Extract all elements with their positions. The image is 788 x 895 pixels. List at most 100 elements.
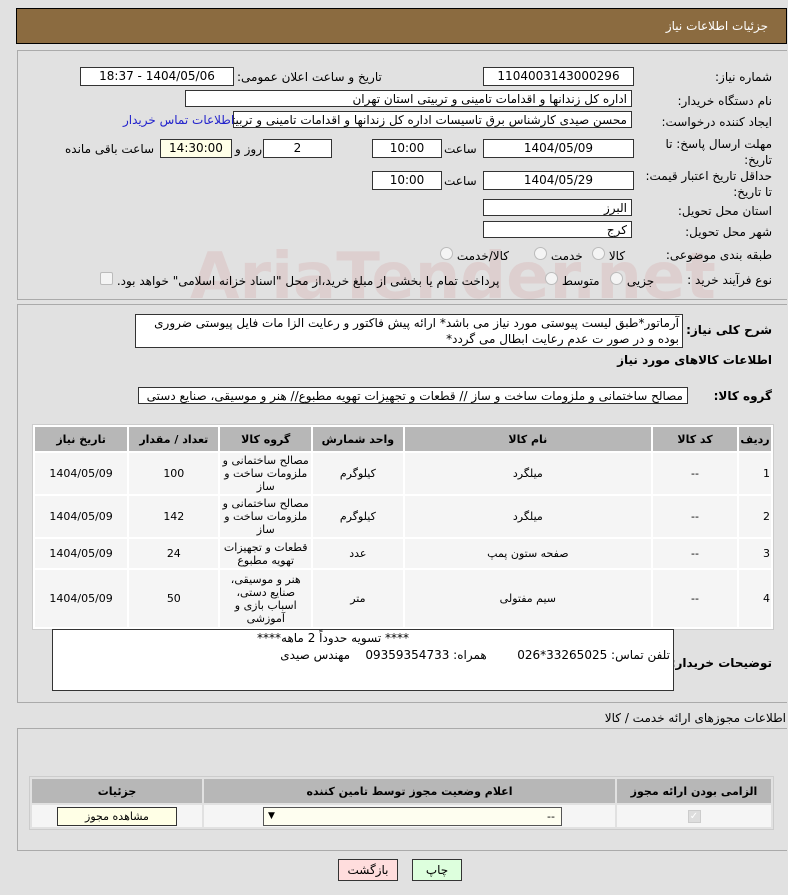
col-header: نام کالا — [404, 427, 652, 451]
table-row: 4 -- سیم مفتولی متر هنر و موسیقی، صنایع دستی… — [35, 570, 771, 627]
table-cell: 1404/05/09 — [35, 496, 128, 537]
table-cell: مصالح ساختمانی و ملزومات ساخت و ساز — [220, 453, 312, 494]
table-cell: 50 — [129, 570, 219, 627]
col-header: واحد شمارش — [313, 427, 403, 451]
description-textarea[interactable]: آرماتور*طبق لیست پیوستی مورد نیاز می باش… — [135, 314, 683, 348]
table-cell: 1404/05/09 — [35, 570, 128, 627]
option-label: کالا — [608, 249, 626, 263]
table-cell: مصالح ساختمانی و ملزومات ساخت و ساز — [220, 496, 312, 537]
process-label: نوع فرآیند خرید : — [687, 273, 772, 287]
buyer-notes-textarea[interactable]: **** تسویه حدوداً 2 ماهه**** تلفن تماس: … — [52, 629, 674, 691]
table-cell: میلگرد — [404, 496, 652, 537]
city-field: کرج — [483, 221, 632, 238]
licenses-title: اطلاعات مجوزهای ارائه خدمت / کالا — [604, 711, 786, 725]
table-cell: 3 — [739, 539, 771, 568]
validity-time-label: ساعت — [444, 174, 477, 188]
col-header: الزامی بودن ارائه مجوز — [617, 779, 771, 803]
city-label: شهر محل تحویل: — [685, 225, 772, 239]
licenses-table: الزامی بودن ارائه مجوز اعلام وضعیت مجوز … — [29, 776, 774, 830]
process-option-minor[interactable]: جزیی — [610, 272, 654, 290]
buyer-org-label: نام دستگاه خریدار: — [677, 94, 773, 108]
col-header: اعلام وضعیت مجوز توسط تامین کننده — [204, 779, 615, 803]
col-header: گروه کالا — [220, 427, 312, 451]
announce-label: تاریخ و ساعت اعلان عمومی: — [237, 70, 382, 84]
table-row: 2 -- میلگرد کیلوگرم مصالح ساختمانی و ملزومات… — [35, 496, 771, 537]
col-header: تاریخ نیاز — [35, 427, 128, 451]
status-cell: -- ▼ — [204, 805, 615, 827]
table-cell: میلگرد — [404, 453, 652, 494]
goods-table-header: ردیف کد کالا نام کالا واحد شمارش گروه کا… — [35, 427, 771, 451]
license-status-select[interactable]: -- ▼ — [263, 806, 562, 826]
chevron-down-icon: ▼ — [268, 810, 275, 821]
col-header: کد کالا — [653, 427, 738, 451]
table-cell: قطعات و تجهیزات تهویه مطبوع — [220, 539, 312, 568]
deadline-time-field: 10:00 — [372, 139, 442, 158]
province-label: استان محل تحویل: — [677, 204, 772, 218]
radio-icon[interactable] — [610, 272, 623, 285]
table-cell: صفحه ستون پمپ — [404, 539, 652, 568]
table-cell: 1 — [739, 453, 771, 494]
option-label: جزیی — [626, 274, 655, 288]
col-header: جزئیات — [32, 779, 202, 803]
option-label: کالا/خدمت — [456, 249, 510, 263]
buyer-org-field: اداره کل زندانها و اقدامات تامینی و تربی… — [185, 90, 632, 107]
goods-table: ردیف کد کالا نام کالا واحد شمارش گروه کا… — [32, 424, 774, 630]
remaining-label: ساعت باقی مانده — [65, 142, 155, 156]
table-cell: کیلوگرم — [313, 453, 403, 494]
view-license-button[interactable]: مشاهده مجوز — [57, 806, 177, 826]
creator-field: محسن صیدی کارشناس برق تاسیسات اداره کل ز… — [233, 111, 632, 128]
category-option-both[interactable]: کالا/خدمت — [440, 247, 509, 265]
table-cell: -- — [653, 496, 738, 537]
payment-note-text: پرداخت تمام یا بخشی از مبلغ خرید،از محل … — [116, 274, 500, 288]
need-number-label: شماره نیاز: — [715, 70, 772, 84]
table-cell: هنر و موسیقی، صنایع دستی، اسباب بازی و آ… — [220, 570, 312, 627]
option-label: خدمت — [550, 249, 583, 263]
contact-buyer-link[interactable]: اطلاعات تماس خریدار — [123, 112, 234, 129]
goods-group-label: گروه کالا: — [713, 389, 772, 403]
table-cell: 4 — [739, 570, 771, 627]
process-option-medium[interactable]: متوسط — [545, 272, 600, 290]
radio-icon[interactable] — [534, 247, 547, 260]
table-cell: متر — [313, 570, 403, 627]
table-cell: 24 — [129, 539, 219, 568]
print-button[interactable]: چاپ — [412, 859, 462, 881]
validity-time-field: 10:00 — [372, 171, 442, 190]
validity-date-field: 1404/05/29 — [483, 171, 634, 190]
table-cell: -- — [653, 539, 738, 568]
table-cell: 142 — [129, 496, 219, 537]
details-cell: مشاهده مجوز — [32, 805, 202, 827]
deadline-time-label: ساعت — [444, 142, 477, 156]
col-header: ردیف — [739, 427, 771, 451]
buyer-notes-label: توضیحات خریدار: — [670, 656, 772, 670]
creator-label: ایجاد کننده درخواست: — [661, 115, 772, 129]
page-title: جزئیات اطلاعات نیاز — [665, 19, 768, 33]
radio-icon[interactable] — [440, 247, 453, 260]
goods-title: اطلاعات کالاهای مورد نیاز — [617, 353, 772, 367]
table-row: 1 -- میلگرد کیلوگرم مصالح ساختمانی و ملزومات… — [35, 453, 771, 494]
col-header: تعداد / مقدار — [129, 427, 219, 451]
checkbox-icon[interactable] — [100, 272, 113, 285]
announce-field: 1404/05/06 - 18:37 — [80, 67, 234, 86]
table-cell: -- — [653, 453, 738, 494]
table-cell: 1404/05/09 — [35, 539, 128, 568]
need-number-field: 1104003143000296 — [483, 67, 634, 86]
table-cell: کیلوگرم — [313, 496, 403, 537]
category-label: طبقه بندی موضوعی: — [665, 248, 772, 262]
table-cell: -- — [653, 570, 738, 627]
remaining-time-field: 14:30:00 — [160, 139, 232, 158]
province-field: البرز — [483, 199, 632, 216]
checkbox-checked-icon: ✓ — [687, 810, 701, 823]
back-button[interactable]: بازگشت — [338, 859, 398, 881]
table-cell: عدد — [313, 539, 403, 568]
payment-note: پرداخت تمام یا بخشی از مبلغ خرید،از محل … — [100, 272, 500, 290]
table-cell: 1404/05/09 — [35, 453, 128, 494]
deadline-label: مهلت ارسال پاسخ: تا تاریخ: — [665, 137, 772, 167]
category-option-service[interactable]: خدمت — [534, 247, 583, 265]
table-cell: سیم مفتولی — [404, 570, 652, 627]
table-cell: 2 — [739, 496, 771, 537]
radio-icon[interactable] — [545, 272, 558, 285]
buyer-notes-line: **** تسویه حدوداً 2 ماهه**** — [257, 631, 409, 645]
radio-icon[interactable] — [592, 247, 605, 260]
category-option-goods[interactable]: کالا — [592, 247, 625, 265]
validity-label: حداقل تاریخ اعتبار قیمت: تا تاریخ: — [645, 169, 772, 199]
